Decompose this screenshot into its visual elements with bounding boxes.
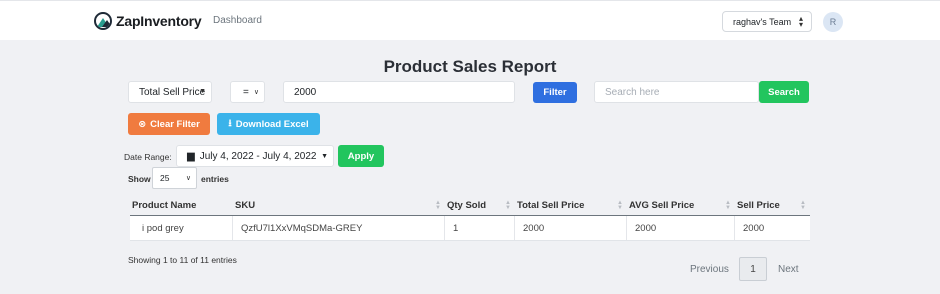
date-range-picker[interactable]: ▆ July 4, 2022 - July 4, 2022 ▼ [176,145,334,167]
table-info-text: Showing 1 to 11 of 11 entries [128,255,237,265]
sort-icon: ▲ ▼ [617,200,623,211]
up-down-caret-icon: ▴ ▾ [798,14,803,29]
filter-column-value: Total Sell Price [139,86,206,98]
filter-value-text: 2000 [294,86,317,98]
column-label: Product Name [132,200,197,211]
sort-icon: ▲ ▼ [505,200,511,211]
sort-icon: ▲ ▼ [725,200,731,211]
date-range-label: Date Range: [124,152,172,162]
filter-value-input[interactable]: 2000 [283,81,515,103]
page-title: Product Sales Report [383,57,557,76]
apply-button[interactable]: Apply [338,145,384,167]
chevron-down-icon: ∨ [185,175,191,182]
cell-sell-price: 2000 [743,222,765,234]
column-header-qty-sold[interactable]: Qty Sold ▲ ▼ [445,196,515,215]
pagination-next[interactable]: Next [778,257,799,281]
chevron-down-icon: ▼ [199,88,206,95]
sort-icon: ▲ ▼ [435,200,441,211]
brand-name: ZapInventory [116,13,202,29]
column-label: Qty Sold [447,200,487,211]
column-header-avg-sell-price[interactable]: AVG Sell Price ▲ ▼ [627,196,735,215]
entries-label: entries [201,174,229,184]
clear-filter-button[interactable]: ⊗ Clear Filter [128,113,210,135]
filter-button[interactable]: Filter [533,82,577,103]
nav-dashboard-link[interactable]: Dashboard [213,15,262,26]
search-placeholder: Search here [605,86,660,98]
column-label: SKU [235,200,256,211]
show-label: Show [128,174,151,184]
column-header-total-sell-price[interactable]: Total Sell Price ▲ ▼ [515,196,627,215]
download-excel-button[interactable]: ⭳ Download Excel [217,113,320,135]
team-name: raghav's Team [733,16,792,27]
column-label: Total Sell Price [517,200,585,211]
caret-down-icon: ▼ [321,153,328,160]
chevron-down-icon: ∨ [253,89,259,96]
sales-table: Product Name SKU ▲ ▼ Qty Sold ▲ ▼ Total Se… [130,196,810,241]
entries-per-page-select[interactable]: 25 ∨ [152,167,197,189]
cell-total-sell-price: 2000 [515,216,627,240]
brand-logo[interactable]: ZapInventory [94,11,202,31]
filter-operator-select[interactable]: = ∨ [230,81,265,103]
clear-filter-label: Clear Filter [150,118,200,130]
pagination-previous[interactable]: Previous [690,257,729,281]
calendar-icon: ▆ [187,150,195,162]
cell-qty-sold: 1 [445,216,515,240]
download-icon: ⭳ [228,118,232,129]
column-header-sku[interactable]: SKU ▲ ▼ [233,196,445,215]
cancel-circle-icon: ⊗ [138,118,147,130]
table-header: Product Name SKU ▲ ▼ Qty Sold ▲ ▼ Total Se… [130,196,810,216]
download-excel-label: Download Excel [235,118,309,130]
filter-operator-value: = [243,86,249,98]
team-switcher[interactable]: raghav's Team ▴ ▾ [722,11,812,32]
search-button[interactable]: Search [759,81,809,103]
cell-avg-sell-price: 2000 [627,216,735,240]
table-row: i pod grey QzfU7l1XxVMqSDMa-GREY 1 2000 … [130,216,810,241]
entries-per-page-value: 25 [160,173,170,183]
date-range-value: July 4, 2022 - July 4, 2022 [199,150,317,162]
sort-icon: ▲ ▼ [800,200,806,211]
column-header-product-name[interactable]: Product Name [130,196,233,215]
mountain-logo-icon [94,12,112,30]
column-label: Sell Price [737,200,780,211]
user-avatar[interactable]: R [823,12,843,32]
column-label: AVG Sell Price [629,200,695,211]
column-header-sell-price[interactable]: Sell Price ▲ ▼ [735,196,810,215]
cell-sku: QzfU7l1XxVMqSDMa-GREY [233,216,445,240]
top-navbar: ZapInventory Dashboard raghav's Team ▴ ▾ … [0,0,940,40]
search-input[interactable]: Search here [594,81,759,103]
filter-column-select[interactable]: Total Sell Price ▼ [128,81,212,103]
pagination-page-1[interactable]: 1 [739,257,767,281]
cell-product-name: i pod grey [130,216,233,240]
